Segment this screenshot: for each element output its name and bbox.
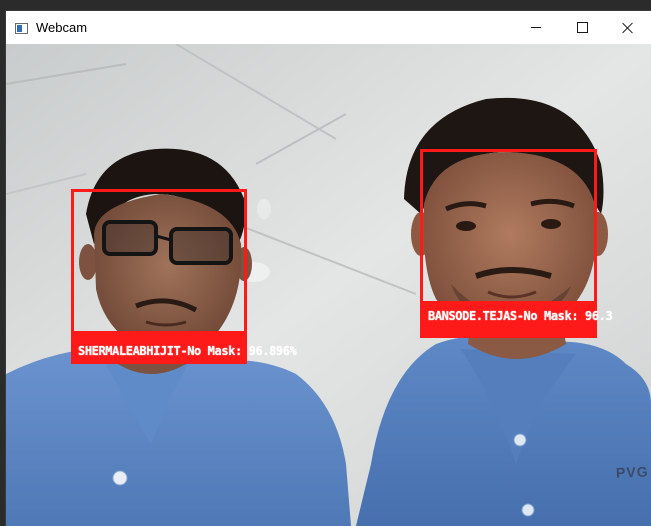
maximize-button[interactable] <box>559 11 605 44</box>
maximize-icon <box>576 22 588 33</box>
detection-label-right: BANSODE.TEJAS-No Mask: 96.3 <box>428 309 613 323</box>
webcam-feed: SHERMALEABHIJIT-No Mask: 96.896% BANSODE… <box>6 44 651 526</box>
shirt-print: PVG <box>615 463 649 481</box>
title-bar[interactable]: Webcam <box>6 11 651 44</box>
window-title: Webcam <box>36 20 88 35</box>
face-box-right <box>420 149 597 304</box>
minimize-button[interactable] <box>513 11 559 44</box>
window-app-icon <box>15 23 28 34</box>
close-button[interactable] <box>605 11 651 44</box>
webcam-window: Webcam SHERMALEABHIJIT-No Mask: 96.896% … <box>6 11 651 526</box>
face-box-left <box>71 189 247 334</box>
minimize-icon <box>531 27 541 28</box>
detection-label-left: SHERMALEABHIJIT-No Mask: 96.896% <box>78 344 297 358</box>
close-icon <box>622 22 634 34</box>
